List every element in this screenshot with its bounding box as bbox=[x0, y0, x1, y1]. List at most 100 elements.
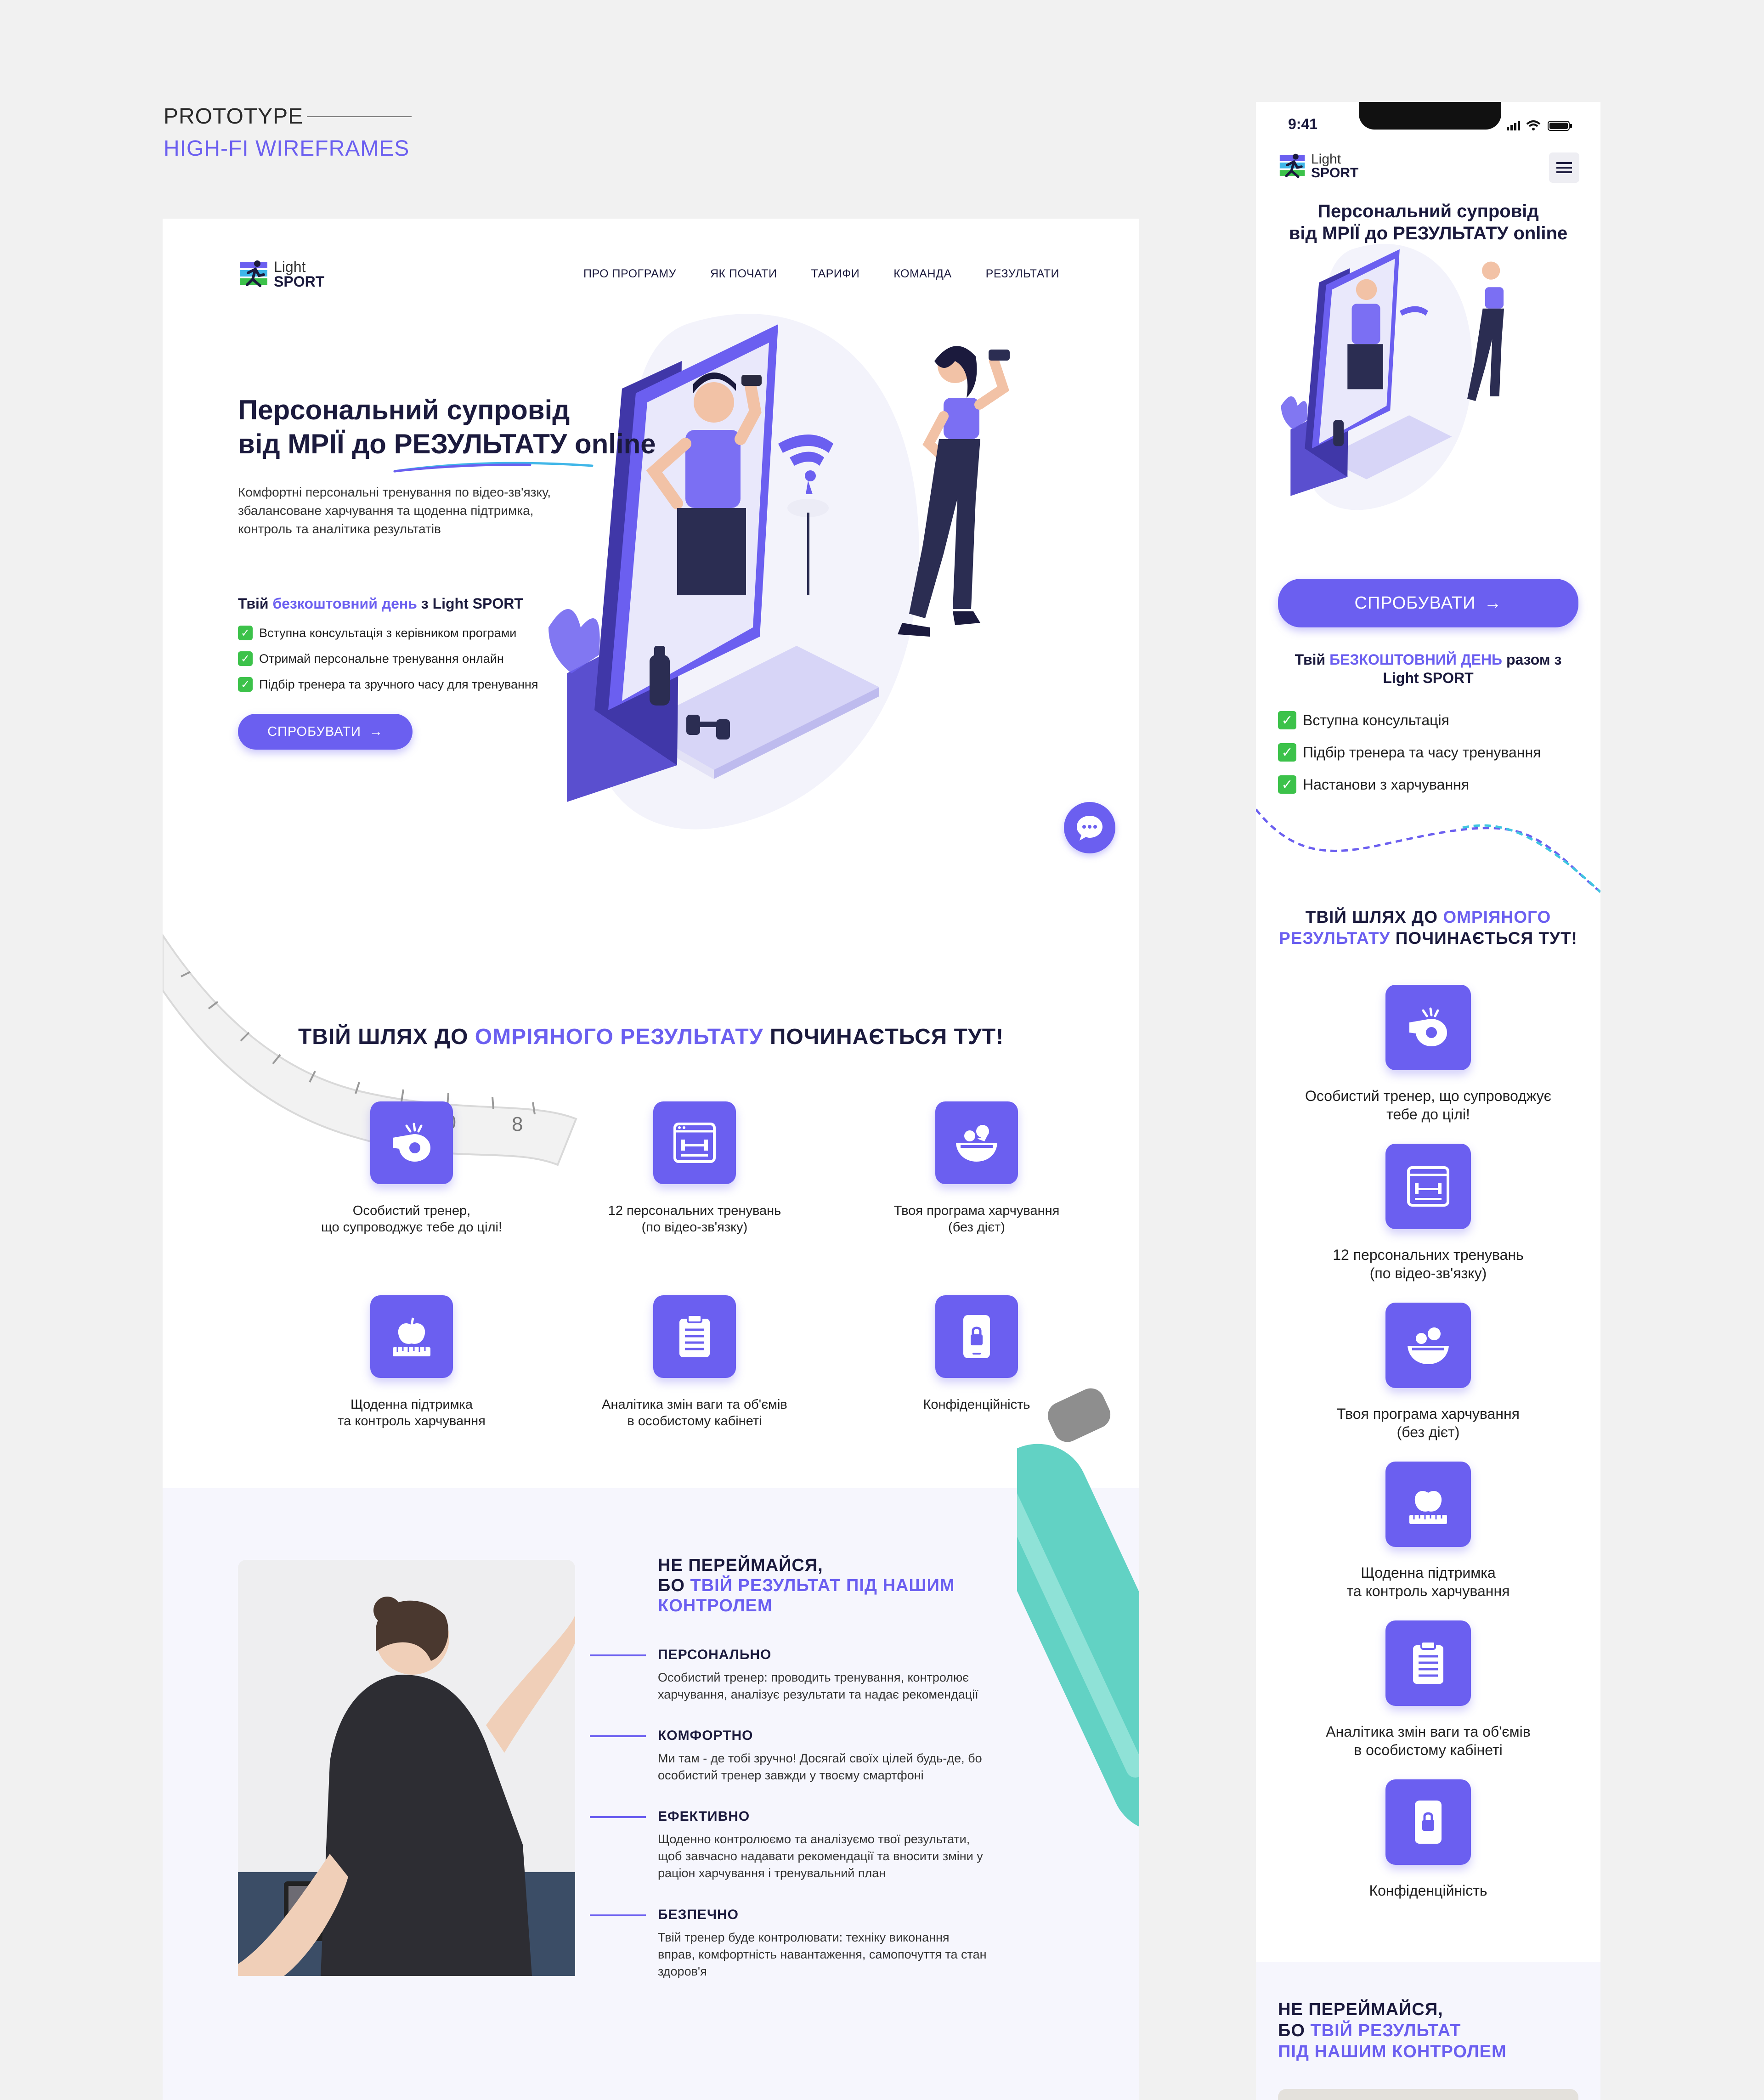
mobile-feature-confidentiality: Конфіденційність bbox=[1256, 1779, 1600, 1900]
salad-bowl-icon bbox=[956, 1125, 997, 1162]
mobile-free-day-start: Твій bbox=[1295, 651, 1330, 668]
mobile-try-button-label: СПРОБУВАТИ bbox=[1354, 593, 1476, 613]
feature-icon-tile bbox=[370, 1295, 453, 1378]
feature-icon-tile bbox=[653, 1101, 736, 1184]
feature-icon-tile bbox=[1385, 1779, 1471, 1865]
feature-label-line1: Особистий тренер, bbox=[352, 1203, 471, 1218]
hero-subtitle-line2: збалансоване харчування та щоденна підтр… bbox=[238, 503, 534, 518]
feature-weight-analytics: Аналітика змін ваги та об'ємів в особисто… bbox=[580, 1295, 809, 1429]
checklist-item-text: Підбір тренера та зручного часу для трен… bbox=[259, 677, 538, 691]
mobile-hero-title: Персональний супровід від МРІЇ до РЕЗУЛЬ… bbox=[1256, 200, 1600, 244]
checklist-item-text: Підбір тренера та часу тренування bbox=[1303, 744, 1541, 761]
mobile-free-day-highlight: БЕЗКОШТОВНИЙ ДЕНЬ bbox=[1329, 651, 1503, 668]
hero-fitness-illustration bbox=[548, 314, 1010, 830]
feature-personal-trainer: Особистий тренер, що супроводжує тебе до … bbox=[297, 1101, 526, 1236]
logo-text-sport: SPORT bbox=[274, 273, 325, 290]
benefit-text-line: здоров'я bbox=[658, 1965, 707, 1978]
feature-label-line2: в особистому кабінеті bbox=[1354, 1742, 1503, 1758]
mobile-control-title: НЕ ПЕРЕЙМАЙСЯ, БО ТВІЙ РЕЗУЛЬТАТ ПІД НАШ… bbox=[1278, 1999, 1507, 2062]
mobile-try-button[interactable]: СПРОБУВАТИ → bbox=[1278, 579, 1578, 627]
feature-label-line1: Щоденна підтримка bbox=[350, 1397, 473, 1412]
benefit-title: ПЕРСОНАЛЬНО bbox=[658, 1647, 772, 1662]
checkmark-icon: ✓ bbox=[238, 626, 253, 640]
checklist-item: ✓ Підбір тренера та часу тренування bbox=[1278, 743, 1541, 762]
salad-bowl-icon bbox=[1408, 1327, 1449, 1364]
hero-title-line2-start: від МРІЇ до bbox=[238, 429, 394, 459]
feature-label-line1: Твоя програма харчування bbox=[1337, 1406, 1520, 1422]
benefit-text-line: раціон харчування і тренувальний план bbox=[658, 1866, 886, 1880]
checkmark-icon: ✓ bbox=[1278, 743, 1296, 762]
title-underline-swoosh bbox=[393, 462, 594, 473]
control-title-highlight: ТВІЙ РЕЗУЛЬТАТ ПІД НАШИМ bbox=[690, 1576, 955, 1595]
hamburger-menu-icon[interactable] bbox=[1549, 152, 1579, 183]
mobile-feature-nutrition: Твоя програма харчування (без дієт) bbox=[1256, 1303, 1600, 1441]
control-title-line3: КОНТРОЛЕМ bbox=[658, 1596, 773, 1615]
feature-label-line2: та контроль харчування bbox=[1346, 1583, 1510, 1599]
feature-label-line1: Аналітика змін ваги та об'ємів bbox=[602, 1397, 787, 1412]
mobile-hero-illustration bbox=[1281, 243, 1504, 510]
signal-icon bbox=[1507, 121, 1520, 130]
nav-item-team[interactable]: КОМАНДА bbox=[893, 267, 951, 281]
mobile-brand-logo[interactable]: Light SPORT bbox=[1279, 152, 1358, 180]
benefit-text-line: особистий тренер завжди у твоєму смартфо… bbox=[658, 1768, 924, 1782]
logo-text-light: Light bbox=[1311, 152, 1341, 167]
nav-item-results[interactable]: РЕЗУЛЬТАТИ bbox=[986, 267, 1059, 281]
path-title-end: ПОЧИНАЄТЬСЯ ТУТ! bbox=[763, 1025, 1004, 1049]
path-title-start: ТВІЙ ШЛЯХ ДО bbox=[298, 1025, 475, 1049]
mobile-path-title-highlight2: РЕЗУЛЬТАТУ bbox=[1279, 929, 1391, 948]
video-training-icon bbox=[1407, 1166, 1449, 1207]
mobile-control-title-line2-start: БО bbox=[1278, 2021, 1311, 2040]
header-divider bbox=[307, 116, 412, 117]
benefit-title: ЕФЕКТИВНО bbox=[658, 1809, 750, 1824]
free-day-checklist: ✓ Вступна консультація з керівником прогр… bbox=[238, 626, 538, 703]
feature-icon-tile bbox=[653, 1295, 736, 1378]
apple-scale-icon bbox=[393, 1317, 430, 1356]
chat-button[interactable] bbox=[1064, 802, 1115, 853]
checklist-item: ✓ Підбір тренера та зручного часу для тре… bbox=[238, 677, 538, 692]
logo-text-sport: SPORT bbox=[1311, 165, 1359, 181]
phone-lock-icon bbox=[1415, 1801, 1442, 1844]
video-training-icon bbox=[673, 1123, 716, 1163]
runner-logo-icon bbox=[240, 260, 267, 287]
benefit-title: БЕЗПЕЧНО bbox=[658, 1907, 739, 1922]
try-button[interactable]: СПРОБУВАТИ → bbox=[238, 714, 413, 750]
benefit-text: Ми там - де тобі зручно! Досягай своїх ц… bbox=[658, 1750, 1071, 1784]
feature-icon-tile bbox=[935, 1295, 1018, 1378]
apple-scale-icon bbox=[1409, 1491, 1447, 1524]
hero-subtitle-line1: Комфортні персональні тренування по віде… bbox=[238, 485, 551, 499]
prototype-label: PROTOTYPE bbox=[164, 104, 304, 129]
feature-label-line2: в особистому кабінеті bbox=[627, 1414, 762, 1428]
mobile-control-title-line3: ПІД НАШИМ КОНТРОЛЕМ bbox=[1278, 2042, 1507, 2061]
benefit-text-line: Особистий тренер: проводить тренування, … bbox=[658, 1671, 969, 1684]
desktop-frame: Light SPORT ПРО ПРОГРАМУ ЯК ПОЧАТИ ТАРИФ… bbox=[163, 219, 1139, 2100]
clipboard-icon bbox=[679, 1314, 710, 1357]
runner-logo-icon bbox=[1279, 153, 1305, 178]
mobile-checklist: ✓ Вступна консультація ✓ Підбір тренера та… bbox=[1278, 711, 1541, 807]
mobile-photo-preview bbox=[1278, 2089, 1578, 2100]
checklist-item-text: Вступна консультація з керівником програ… bbox=[259, 626, 517, 640]
feature-label-line2: та контроль харчування bbox=[338, 1414, 486, 1428]
mobile-path-title-end: ПОЧИНАЄТЬСЯ ТУТ! bbox=[1390, 929, 1577, 948]
nav-item-about[interactable]: ПРО ПРОГРАМУ bbox=[583, 267, 676, 281]
nav-item-pricing[interactable]: ТАРИФИ bbox=[811, 267, 860, 281]
feature-label-line1: 12 персональних тренувань bbox=[608, 1203, 781, 1218]
mobile-path-title-start: ТВІЙ ШЛЯХ ДО bbox=[1305, 908, 1443, 926]
clipboard-icon bbox=[1413, 1641, 1443, 1684]
logo-text-light: Light bbox=[274, 259, 306, 275]
status-time: 9:41 bbox=[1288, 116, 1318, 132]
feature-icon-tile bbox=[370, 1101, 453, 1184]
feature-icon-tile bbox=[1385, 1144, 1471, 1229]
brand-logo[interactable]: Light SPORT bbox=[239, 259, 324, 289]
benefit-divider bbox=[590, 1735, 646, 1737]
mobile-hero-title-line1: Персональний супровід bbox=[1317, 201, 1539, 221]
benefit-effective: ЕФЕКТИВНО Щоденно контролюємо та аналізу… bbox=[590, 1809, 1071, 1882]
benefit-personal: ПЕРСОНАЛЬНО Особистий тренер: проводить … bbox=[590, 1647, 1071, 1703]
status-indicators bbox=[1507, 120, 1572, 131]
nav-item-start[interactable]: ЯК ПОЧАТИ bbox=[710, 267, 777, 281]
benefit-divider bbox=[590, 1654, 646, 1656]
mobile-control-title-highlight: ТВІЙ РЕЗУЛЬТАТ bbox=[1310, 2021, 1461, 2040]
checklist-item-text: Настанови з харчування bbox=[1303, 776, 1470, 793]
checklist-item-text: Отримай персональне тренування онлайн bbox=[259, 651, 504, 666]
free-day-highlight: безкоштовний день bbox=[272, 595, 417, 612]
benefit-text: Щоденно контролюємо та аналізуємо твої р… bbox=[658, 1831, 1071, 1882]
